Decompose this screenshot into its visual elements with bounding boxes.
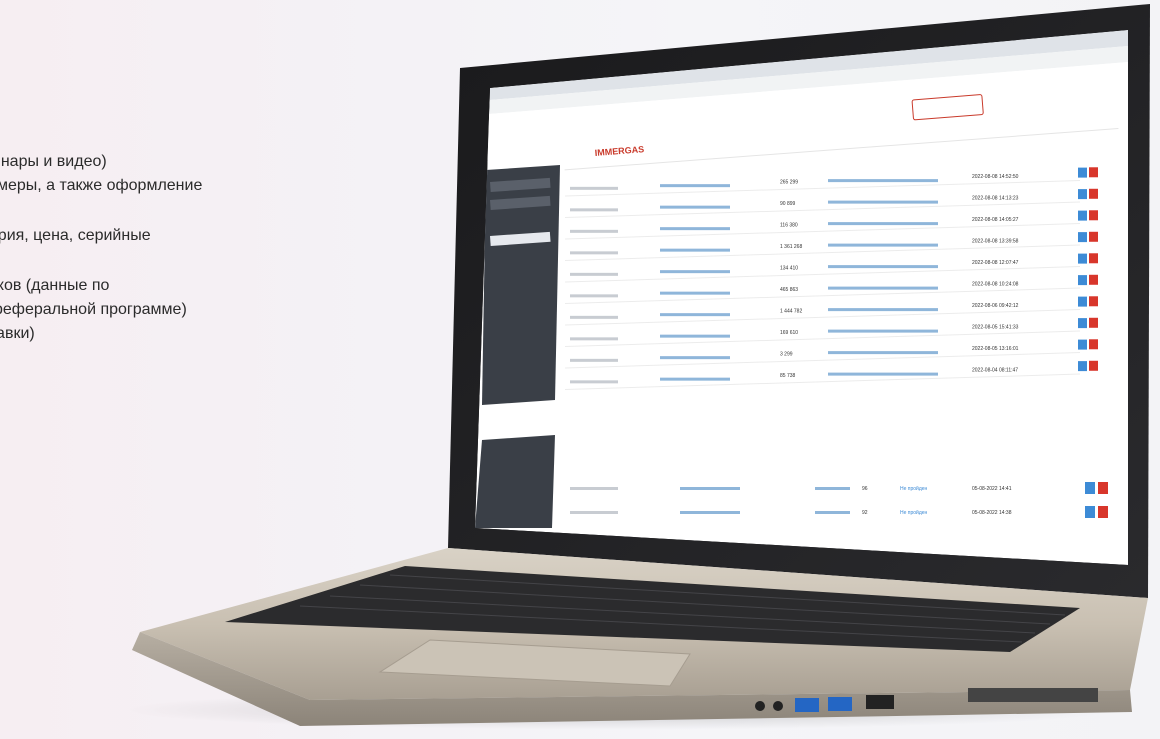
order-sum: 3 299: [780, 352, 793, 358]
order-date: 2022-08-04 08:11:47: [972, 367, 1018, 373]
edit-button[interactable]: [1085, 506, 1095, 518]
test-score: 92: [862, 510, 868, 516]
order-date: 2022-08-08 14:52:50: [972, 174, 1019, 180]
edit-button[interactable]: [1078, 296, 1087, 307]
screen: IMMERGAS 265 2992022-08-08 14:52:5090 89…: [475, 30, 1128, 565]
order-date: 2022-08-08 14:13:23: [972, 195, 1019, 201]
order-sum: 116 380: [780, 223, 798, 229]
order-date: 2022-08-08 14:05:27: [972, 217, 1019, 223]
order-date: 2022-08-05 13:16:01: [972, 346, 1019, 352]
edit-button[interactable]: [1078, 167, 1087, 178]
order-date: 2022-08-06 09:42:12: [972, 303, 1019, 309]
delete-button[interactable]: [1089, 253, 1098, 264]
edit-button[interactable]: [1078, 275, 1087, 286]
edit-button[interactable]: [1078, 339, 1087, 350]
test-date: 05-08-2022 14:41: [972, 486, 1012, 492]
edit-button[interactable]: [1078, 189, 1087, 200]
delete-button[interactable]: [1089, 296, 1098, 307]
edit-button[interactable]: [1085, 482, 1095, 494]
order-sum: 134 410: [780, 266, 798, 272]
test-score: 96: [862, 486, 868, 492]
edit-button[interactable]: [1078, 232, 1087, 243]
test-date: 05-08-2022 14:38: [972, 510, 1012, 516]
order-date: 2022-08-08 13:39:58: [972, 238, 1019, 244]
order-sum: 265 299: [780, 180, 798, 186]
order-sum: 169 610: [780, 330, 798, 336]
delete-button[interactable]: [1089, 274, 1098, 285]
order-sum: 465 863: [780, 287, 798, 293]
order-sum: 90 899: [780, 201, 796, 207]
order-date: 2022-08-08 10:24:08: [972, 281, 1019, 287]
order-sum: 1 361 268: [780, 244, 802, 250]
order-sum: 1 444 782: [780, 309, 802, 315]
edit-button[interactable]: [1078, 210, 1087, 221]
edit-button[interactable]: [1078, 361, 1087, 372]
delete-button[interactable]: [1089, 210, 1098, 221]
delete-button[interactable]: [1089, 231, 1098, 242]
delete-button[interactable]: [1098, 506, 1108, 518]
delete-button[interactable]: [1089, 339, 1098, 350]
delete-button[interactable]: [1089, 360, 1098, 371]
test-status: Не пройден: [900, 485, 928, 492]
delete-button[interactable]: [1089, 167, 1098, 178]
order-date: 2022-08-05 15:41:33: [972, 324, 1019, 330]
delete-button[interactable]: [1098, 482, 1108, 494]
delete-button[interactable]: [1089, 188, 1098, 199]
laptop-illustration: IMMERGAS 265 2992022-08-08 14:52:5090 89…: [132, 4, 1150, 726]
delete-button[interactable]: [1089, 317, 1098, 328]
edit-button[interactable]: [1078, 318, 1087, 329]
order-date: 2022-08-08 12:07:47: [972, 260, 1019, 266]
edit-button[interactable]: [1078, 253, 1087, 264]
test-status: Не пройден: [900, 509, 928, 516]
order-sum: 85 738: [780, 373, 796, 379]
